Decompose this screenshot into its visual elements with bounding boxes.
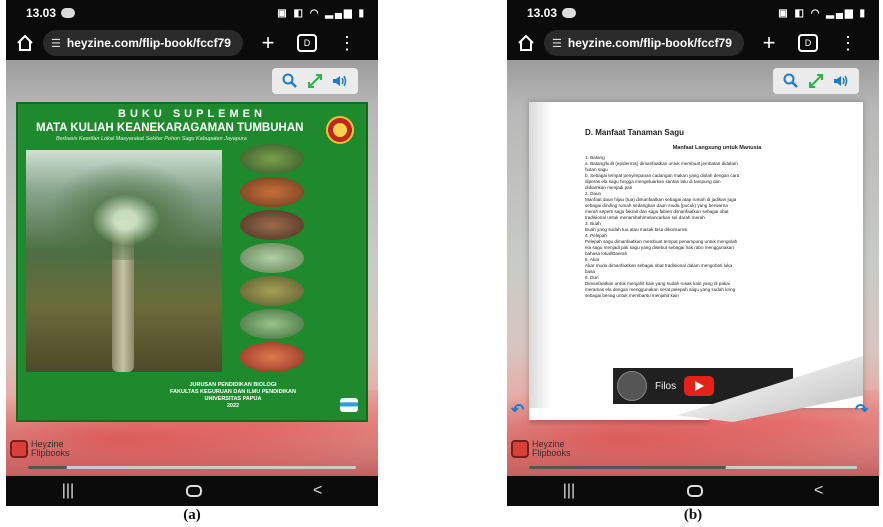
sago-frond-thumb <box>240 177 304 207</box>
url-text: heyzine.com/flip-book/fccf79 <box>567 36 732 50</box>
cover-footer-dept: JURUSAN PENDIDIKAN BIOLOGI <box>189 382 277 388</box>
caption-b: (b) <box>683 507 703 523</box>
sago-shoot-thumb <box>240 243 304 273</box>
notification-icon <box>562 8 577 18</box>
status-indicators-icon: ▣ ◧ ◠ ▂▄▆ ▮ <box>778 7 867 19</box>
new-tab-icon[interactable]: + <box>258 32 278 54</box>
tabs-icon[interactable]: D <box>297 34 317 52</box>
page-heading: D. Manfaat Tanaman Sagu <box>585 128 684 137</box>
sago-stem-thumb <box>240 309 304 339</box>
cover-footer-university: UNIVERSITAS PAPUA <box>204 396 262 402</box>
url-text: heyzine.com/flip-book/fccf79 <box>66 36 231 50</box>
play-icon[interactable] <box>684 376 715 396</box>
sago-palm-photo <box>26 150 222 372</box>
caption-a: (a) <box>183 507 201 523</box>
page-body: 1. Batang a. Batang/kulit (epidermis) dim… <box>585 155 849 299</box>
heyzine-mark-icon <box>10 440 28 458</box>
brand-line2: Flipbooks <box>532 448 571 458</box>
home-icon[interactable] <box>16 34 34 52</box>
heyzine-mark-icon <box>511 440 529 458</box>
video-title: Filos <box>655 380 677 392</box>
browser-bar: ☰ heyzine.com/flip-book/fccf79 + D ⋮ <box>507 26 879 60</box>
status-time: 13.03 <box>26 6 57 20</box>
recent-apps-icon[interactable]: ||| <box>62 482 74 500</box>
flipbook-toolbar <box>272 68 358 94</box>
cover-footer-faculty: FAKULTAS KEGURUAN DAN ILMU PENDIDIKAN <box>170 389 296 395</box>
home-icon[interactable] <box>517 34 535 52</box>
home-icon[interactable] <box>185 485 202 497</box>
phone-screenshot-b: 13.03 ▣ ◧ ◠ ▂▄▆ ▮ ☰ heyzine.com/flip-boo… <box>507 0 879 506</box>
book-cover[interactable]: BUKU SUPLEMEN MATA KULIAH KEANEKARAGAMAN… <box>16 102 368 422</box>
cover-title: MATA KULIAH KEANEKARAGAMAN TUMBUHAN <box>36 122 304 134</box>
sago-fruit-thumb <box>240 276 304 306</box>
search-icon[interactable] <box>281 72 299 90</box>
flipbook-viewport: D. Manfaat Tanaman Sagu Manfaat Langsung… <box>507 60 879 476</box>
heyzine-logo[interactable]: Heyzine Flipbooks <box>10 440 70 458</box>
tabs-icon[interactable]: D <box>798 34 818 52</box>
search-icon[interactable] <box>782 72 800 90</box>
sound-icon[interactable] <box>832 72 850 90</box>
page-subheading: Manfaat Langsung untuk Manusia <box>672 145 762 151</box>
url-field[interactable]: ☰ heyzine.com/flip-book/fccf79 <box>544 30 744 56</box>
new-tab-icon[interactable]: + <box>759 32 779 54</box>
cover-subtitle: Berbasis Kearifan Lokal Masyarakat Sekit… <box>56 136 247 142</box>
publisher-logo <box>340 398 358 412</box>
next-page-icon[interactable]: ↷ <box>855 400 875 419</box>
home-icon[interactable] <box>686 485 703 497</box>
status-bar: 13.03 ▣ ◧ ◠ ▂▄▆ ▮ <box>507 0 879 26</box>
page-progress-fill <box>28 466 68 469</box>
site-settings-icon[interactable]: ☰ <box>552 37 562 50</box>
status-indicators-icon: ▣ ◧ ◠ ▂▄▆ ▮ <box>277 7 366 19</box>
book-page[interactable]: D. Manfaat Tanaman Sagu Manfaat Langsung… <box>529 102 863 408</box>
page-progress-track[interactable] <box>529 466 857 469</box>
heyzine-logo[interactable]: Heyzine Flipbooks <box>511 440 571 458</box>
menu-icon[interactable]: ⋮ <box>338 33 356 54</box>
channel-avatar <box>617 371 647 401</box>
cover-series: BUKU SUPLEMEN <box>118 108 266 120</box>
university-emblem <box>326 116 354 144</box>
fullscreen-icon[interactable] <box>807 72 825 90</box>
sago-leaf-thumb <box>240 144 304 174</box>
fullscreen-icon[interactable] <box>306 72 324 90</box>
site-settings-icon[interactable]: ☰ <box>51 37 61 50</box>
cover-footer-year: 2022 <box>226 403 240 409</box>
flipbook-toolbar <box>773 68 859 94</box>
android-nav-bar: ||| < <box>6 476 378 506</box>
sound-icon[interactable] <box>331 72 349 90</box>
status-bar: 13.03 ▣ ◧ ◠ ▂▄▆ ▮ <box>6 0 378 26</box>
recent-apps-icon[interactable]: ||| <box>563 482 575 500</box>
status-time: 13.03 <box>527 6 558 20</box>
browser-bar: ☰ heyzine.com/flip-book/fccf79 + D ⋮ <box>6 26 378 60</box>
sago-bark-thumb <box>240 210 304 240</box>
android-nav-bar: ||| < <box>507 476 879 506</box>
brand-line2: Flipbooks <box>31 448 70 458</box>
phone-screenshot-a: 13.03 ▣ ◧ ◠ ▂▄▆ ▮ ☰ heyzine.com/flip-boo… <box>6 0 378 506</box>
prev-page-icon[interactable]: ↶ <box>511 400 531 419</box>
menu-icon[interactable]: ⋮ <box>839 33 857 54</box>
sago-pith-thumb <box>240 342 304 372</box>
cover-footer: JURUSAN PENDIDIKAN BIOLOGI FAKULTAS KEGU… <box>138 382 328 410</box>
back-icon[interactable]: < <box>313 482 322 500</box>
notification-icon <box>61 8 76 18</box>
flipbook-viewport: BUKU SUPLEMEN MATA KULIAH KEANEKARAGAMAN… <box>6 60 378 476</box>
page-progress-track[interactable] <box>28 466 356 469</box>
url-field[interactable]: ☰ heyzine.com/flip-book/fccf79 <box>43 30 243 56</box>
page-progress-fill <box>529 466 726 469</box>
back-icon[interactable]: < <box>814 482 823 500</box>
cover-thumbnail-column <box>240 144 306 374</box>
page-text-line: sebagai benag untuk membantu menjahit ka… <box>585 293 679 298</box>
